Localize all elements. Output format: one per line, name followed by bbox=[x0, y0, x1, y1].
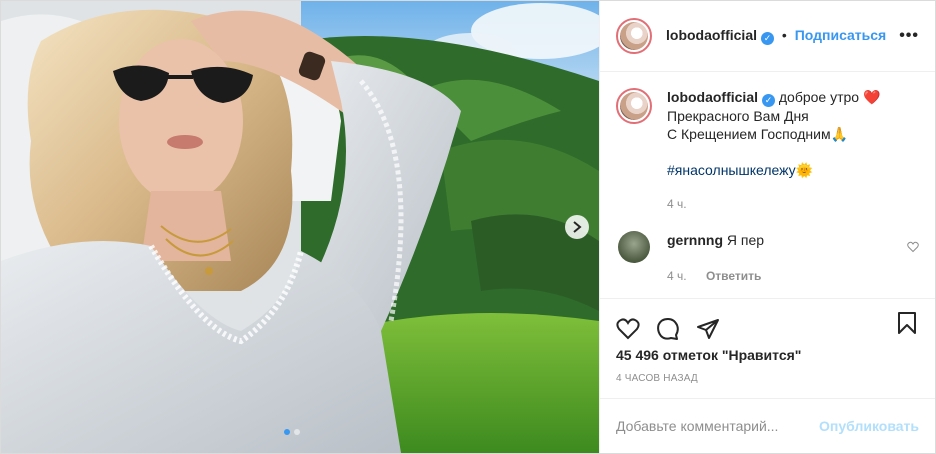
caption-line: доброе утро ❤️ bbox=[778, 89, 881, 106]
comment-body: gernnng Я пер 4 ч. Ответить bbox=[667, 231, 777, 285]
heart-outline-icon[interactable] bbox=[907, 241, 919, 253]
more-options-icon[interactable]: ••• bbox=[899, 27, 919, 45]
comment-input[interactable] bbox=[616, 417, 820, 434]
caption-username[interactable]: lobodaofficial bbox=[667, 89, 758, 105]
caption: lobodaofficial ✓ доброе утро ❤️ Прекрасно… bbox=[616, 88, 919, 213]
add-comment-bar: Опубликовать bbox=[600, 397, 935, 453]
comment-meta: 4 ч. Ответить bbox=[667, 267, 777, 285]
reply-button[interactable]: Ответить bbox=[706, 269, 761, 283]
comment-text: Я пер bbox=[726, 232, 765, 249]
caption-time: 4 ч. bbox=[667, 197, 687, 212]
caption-body: lobodaofficial ✓ доброе утро ❤️ Прекрасно… bbox=[667, 88, 880, 213]
comments-section[interactable]: lobodaofficial ✓ доброе утро ❤️ Прекрасно… bbox=[600, 72, 935, 300]
avatar[interactable] bbox=[618, 231, 650, 264]
carousel-dot bbox=[284, 429, 290, 435]
verified-badge-icon: ✓ bbox=[762, 94, 775, 108]
comment-username[interactable]: gernnng bbox=[667, 232, 723, 248]
photo-scene bbox=[1, 1, 599, 453]
avatar[interactable] bbox=[616, 88, 652, 125]
post-timestamp[interactable]: 4 часов назад bbox=[600, 373, 935, 384]
carousel-indicator bbox=[284, 429, 300, 435]
action-bar bbox=[600, 299, 935, 347]
likes-count[interactable]: 45 496 отметок "Нравится" bbox=[600, 347, 935, 363]
chevron-right-icon bbox=[573, 221, 582, 233]
avatar[interactable] bbox=[616, 18, 652, 55]
comment-item: gernnng Я пер 4 ч. Ответить bbox=[616, 231, 919, 285]
post-sidebar: lobodaofficial ✓ • Подписаться ••• loboda… bbox=[599, 1, 935, 453]
username-link[interactable]: lobodaofficial bbox=[666, 27, 757, 43]
comment-time: 4 ч. bbox=[667, 269, 687, 284]
hashtag-link[interactable]: #янасолнышкележу🌞 bbox=[667, 161, 813, 179]
header-info: lobodaofficial ✓ • Подписаться bbox=[666, 27, 887, 46]
instagram-post: lobodaofficial ✓ • Подписаться ••• loboda… bbox=[0, 0, 936, 454]
comment-icon[interactable] bbox=[656, 317, 680, 341]
share-icon[interactable] bbox=[696, 317, 720, 341]
bookmark-icon[interactable] bbox=[895, 311, 919, 335]
follow-button[interactable]: Подписаться bbox=[795, 27, 887, 43]
publish-button[interactable]: Опубликовать bbox=[819, 418, 919, 434]
caption-line: С Крещением Господним🙏 bbox=[667, 126, 848, 143]
carousel-next-button[interactable] bbox=[565, 215, 589, 239]
caption-line: Прекрасного Вам Дня bbox=[667, 108, 809, 125]
separator-bullet: • bbox=[781, 27, 787, 44]
verified-badge-icon: ✓ bbox=[761, 32, 774, 46]
post-photo[interactable] bbox=[1, 1, 599, 453]
heart-icon[interactable] bbox=[616, 317, 640, 341]
post-header: lobodaofficial ✓ • Подписаться ••• bbox=[600, 1, 935, 73]
carousel-dot bbox=[294, 429, 300, 435]
